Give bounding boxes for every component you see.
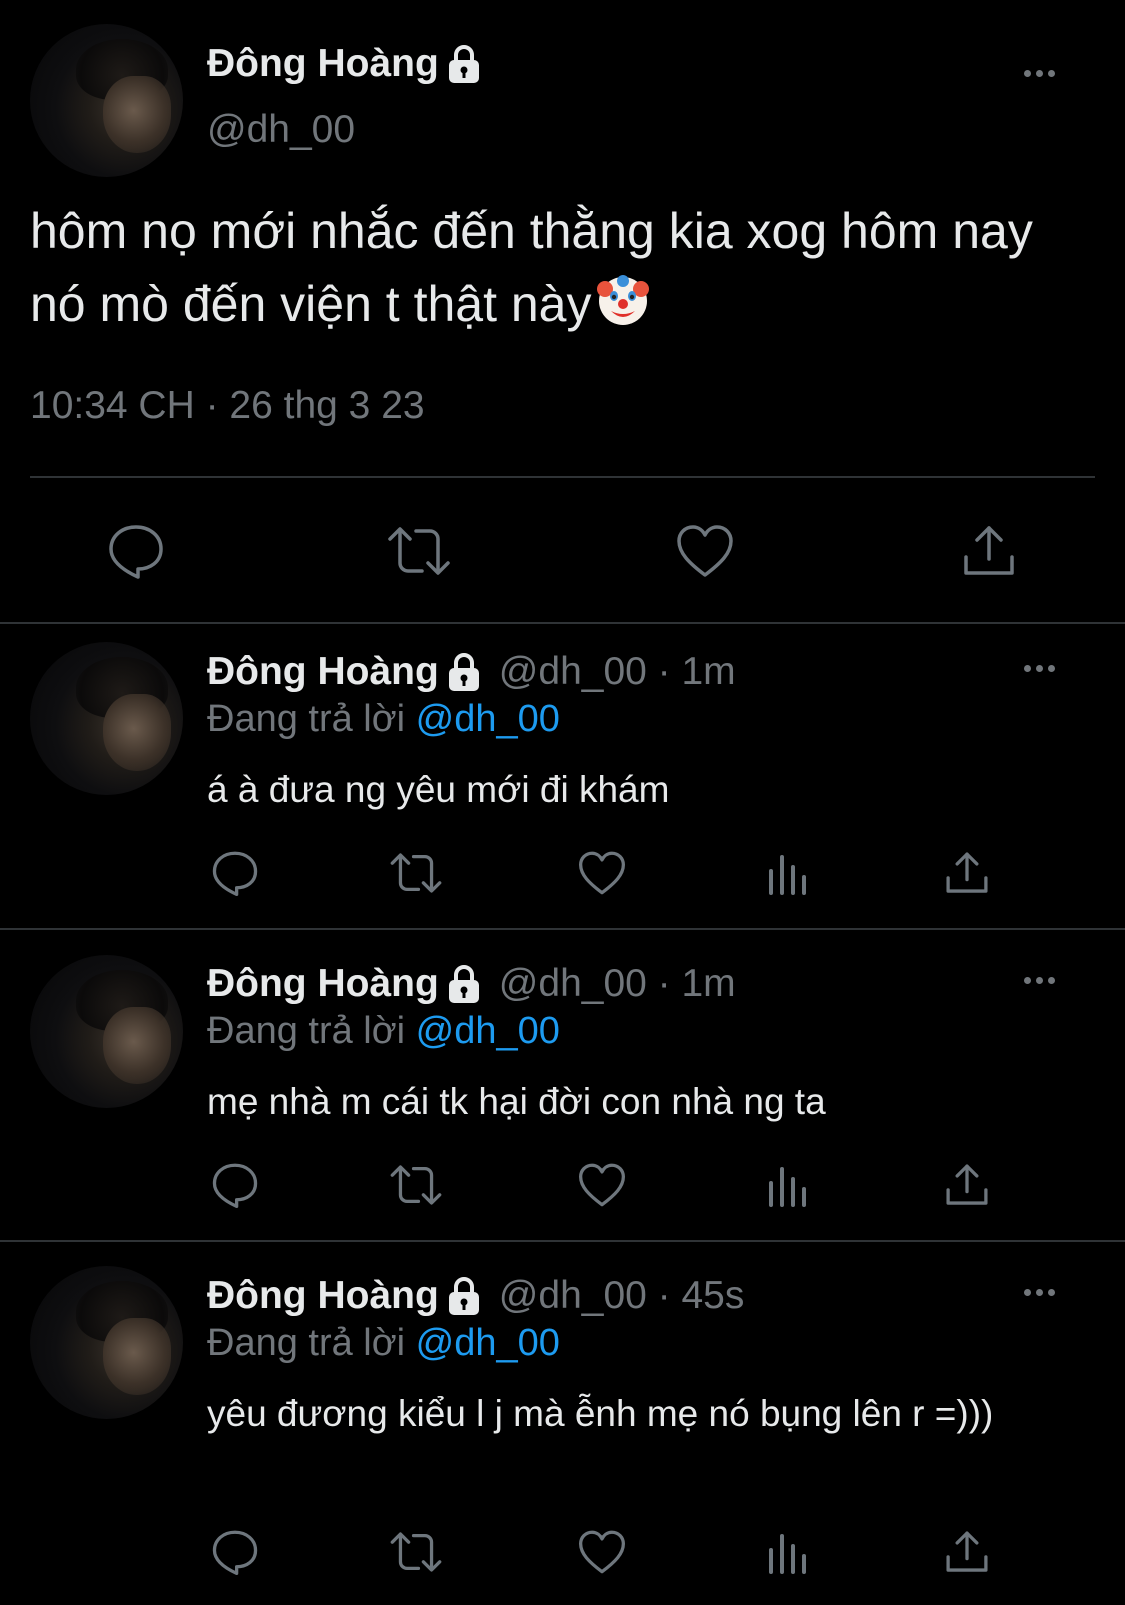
display-name[interactable]: Đông Hoàng [207, 42, 439, 86]
retweet-button[interactable] [388, 848, 444, 898]
like-button[interactable] [576, 1527, 628, 1577]
share-button[interactable] [958, 520, 1020, 582]
replying-mention-link[interactable]: @dh_00 [416, 698, 560, 740]
more-options-icon[interactable] [1024, 70, 1055, 77]
share-icon [964, 526, 1014, 575]
avatar[interactable] [30, 1266, 183, 1419]
lock-icon [448, 1277, 479, 1315]
like-icon [579, 1163, 625, 1207]
like-button[interactable] [576, 1160, 628, 1210]
share-icon [946, 1531, 988, 1572]
handle-timestamp: @dh_00 · 1m [498, 650, 736, 693]
analytics-icon [769, 855, 806, 895]
avatar-face [103, 694, 171, 771]
divider [30, 476, 1095, 478]
handle: @dh_00 [207, 108, 356, 151]
reply-button[interactable] [103, 520, 169, 582]
reply-button[interactable] [210, 1527, 260, 1577]
reply-icon [212, 851, 258, 896]
more-options-icon[interactable] [1024, 665, 1055, 672]
reply-button[interactable] [210, 848, 260, 898]
avatar[interactable] [30, 24, 183, 177]
like-button[interactable] [672, 520, 738, 582]
retweet-icon [390, 1532, 442, 1572]
retweet-button[interactable] [388, 1160, 444, 1210]
avatar[interactable] [30, 642, 183, 795]
retweet-button[interactable] [384, 520, 454, 582]
share-button[interactable] [942, 848, 992, 898]
replying-to: Đang trả lời @dh_00 [207, 1010, 560, 1053]
share-icon [946, 852, 988, 893]
analytics-icon [769, 1534, 806, 1574]
like-icon [579, 1530, 625, 1574]
analytics-button[interactable] [762, 1160, 812, 1210]
display-name[interactable]: Đông Hoàng [207, 1274, 439, 1318]
retweet-icon [390, 1165, 442, 1205]
share-button[interactable] [942, 1160, 992, 1210]
like-icon [677, 525, 733, 577]
replying-to: Đang trả lời @dh_00 [207, 1322, 560, 1365]
analytics-button[interactable] [762, 848, 812, 898]
retweet-icon [390, 853, 442, 893]
lock-icon [448, 653, 479, 691]
replying-to: Đang trả lời @dh_00 [207, 698, 560, 741]
display-name[interactable]: Đông Hoàng [207, 650, 439, 694]
reply-header: Đông Hoàng @dh_00 · 45s [207, 1274, 744, 1318]
avatar[interactable] [30, 955, 183, 1108]
reply-tweet[interactable]: Đông Hoàng @dh_00 · 1m Đang trả lời @dh_… [0, 622, 1125, 928]
reply-button[interactable] [210, 1160, 260, 1210]
author-name-row: Đông Hoàng [207, 42, 481, 86]
reply-header: Đông Hoàng @dh_00 · 1m [207, 650, 736, 694]
avatar-face [103, 76, 171, 153]
reply-tweet[interactable]: Đông Hoàng @dh_00 · 1m Đang trả lời @dh_… [0, 928, 1125, 1240]
tweet-text: hôm nọ mới nhắc đến thằng kia xog hôm na… [30, 195, 1090, 341]
avatar-face [103, 1318, 171, 1395]
tweet-text-content: hôm nọ mới nhắc đến thằng kia xog hôm na… [30, 203, 1033, 332]
reply-header: Đông Hoàng @dh_00 · 1m [207, 962, 736, 1006]
main-tweet: Đông Hoàng @dh_00 hôm nọ mới nhắc đến th… [0, 0, 1125, 622]
reply-icon [212, 1163, 258, 1208]
like-icon [579, 851, 625, 895]
avatar-face [103, 1007, 171, 1084]
retweet-button[interactable] [388, 1527, 444, 1577]
share-icon [946, 1164, 988, 1205]
replying-prefix: Đang trả lời [207, 698, 406, 740]
reply-text: mẹ nhà m cái tk hại đời con nhà ng ta [207, 1081, 826, 1122]
replying-prefix: Đang trả lời [207, 1010, 406, 1052]
replying-prefix: Đang trả lời [207, 1322, 406, 1364]
replying-mention-link[interactable]: @dh_00 [416, 1322, 560, 1364]
retweet-icon [388, 527, 450, 575]
reply-text: á à đưa ng yêu mới đi khám [207, 769, 670, 810]
reply-icon [109, 525, 163, 579]
reply-tweet[interactable]: Đông Hoàng @dh_00 · 45s Đang trả lời @dh… [0, 1240, 1125, 1605]
reply-text: yêu đương kiểu l j mà ễnh mẹ nó bụng lên… [207, 1393, 994, 1434]
display-name[interactable]: Đông Hoàng [207, 962, 439, 1006]
timestamp[interactable]: 10:34 CH · 26 thg 3 23 [30, 384, 425, 428]
more-options-icon[interactable] [1024, 1289, 1055, 1296]
like-button[interactable] [576, 848, 628, 898]
analytics-button[interactable] [762, 1527, 812, 1577]
handle-timestamp: @dh_00 · 1m [498, 962, 736, 1005]
handle-timestamp: @dh_00 · 45s [498, 1274, 745, 1317]
share-button[interactable] [942, 1527, 992, 1577]
replying-mention-link[interactable]: @dh_00 [416, 1010, 560, 1052]
clown-face-icon [597, 275, 650, 325]
lock-icon [448, 45, 479, 83]
lock-icon [448, 965, 479, 1003]
analytics-icon [769, 1167, 806, 1207]
more-options-icon[interactable] [1024, 977, 1055, 984]
reply-icon [212, 1530, 258, 1575]
